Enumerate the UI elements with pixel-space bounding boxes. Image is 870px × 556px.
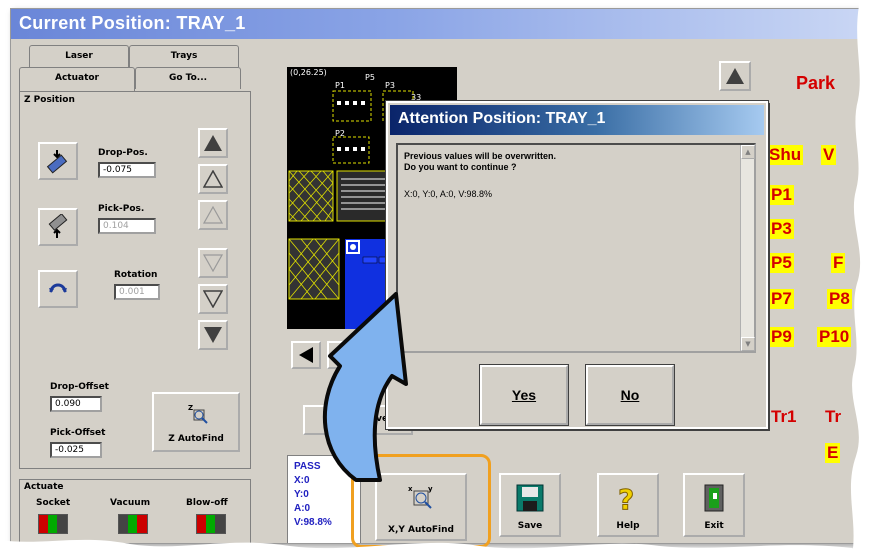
right-label-p9[interactable]: P9: [769, 327, 794, 347]
right-label-v[interactable]: V: [821, 145, 837, 165]
help-label: Help: [616, 521, 640, 531]
right-label-p8[interactable]: P8: [827, 289, 852, 309]
tab-laser[interactable]: Laser: [29, 45, 129, 67]
right-label-tr1[interactable]: Tr1: [769, 407, 799, 427]
status-v: V:98.8%: [294, 517, 332, 528]
triangle-up-icon: [726, 68, 744, 84]
no-button-label: No: [620, 387, 640, 403]
right-label-tr[interactable]: Tr: [823, 407, 843, 427]
scroll-down-arrow-icon[interactable]: ▼: [741, 337, 755, 351]
help-button[interactable]: ? Help: [597, 473, 659, 537]
z-position-heading: Z Position: [24, 95, 75, 105]
drop-offset-field[interactable]: 0.090: [50, 396, 102, 412]
attention-dialog: Attention Position: TRAY_1 Previous valu…: [385, 100, 769, 430]
status-y: Y:0: [294, 489, 309, 500]
svg-text:Z: Z: [188, 404, 193, 412]
no-button[interactable]: No: [585, 364, 675, 426]
tab-goto[interactable]: Go To...: [135, 67, 241, 89]
dialog-message-line3: X:0, Y:0, A:0, V:98.8%: [404, 189, 493, 199]
floppy-disk-icon: [516, 484, 544, 512]
tab-actuator[interactable]: Actuator: [19, 67, 135, 91]
triangle-up-icon: [203, 206, 223, 224]
triangle-down-icon: [204, 327, 222, 343]
exit-door-icon: [704, 484, 724, 512]
z-up-fast-button[interactable]: [198, 128, 228, 158]
set-pick-pos-button[interactable]: [38, 208, 78, 246]
scroll-up-button[interactable]: [719, 61, 751, 91]
z-down-slow-button[interactable]: [198, 248, 228, 278]
set-rotation-button[interactable]: [38, 270, 78, 308]
blowoff-label: Blow-off: [186, 498, 228, 508]
right-label-p1[interactable]: P1: [769, 185, 794, 205]
drop-pos-label: Drop-Pos.: [98, 148, 148, 158]
scroll-up-arrow-icon[interactable]: ▲: [741, 145, 755, 159]
rotation-field[interactable]: 0.001: [114, 284, 160, 300]
actuate-group: Actuate Socket Vacuum Blow-off: [19, 479, 251, 543]
park-label[interactable]: Park: [796, 73, 835, 94]
right-label-f[interactable]: F: [831, 253, 846, 273]
right-label-p5[interactable]: P5: [769, 253, 794, 273]
vacuum-toggle[interactable]: [118, 514, 148, 534]
pick-offset-field[interactable]: -0.025: [50, 442, 102, 458]
save-button[interactable]: Save: [499, 473, 561, 537]
window-title: Current Position: TRAY_1: [19, 13, 246, 33]
z-down-button[interactable]: [198, 284, 228, 314]
drop-pos-field[interactable]: -0.075: [98, 162, 156, 178]
triangle-down-icon: [203, 290, 223, 308]
pick-up-icon: [48, 214, 68, 238]
right-label-p3[interactable]: P3: [769, 219, 794, 239]
dialog-message-line2: Do you want to continue ?: [404, 162, 517, 172]
exit-label: Exit: [704, 521, 724, 531]
tab-strip: Laser Trays Actuator Go To...: [19, 45, 251, 91]
pick-pos-field[interactable]: 0.104: [98, 218, 156, 234]
pick-pos-label: Pick-Pos.: [98, 204, 145, 214]
dialog-title: Attention Position: TRAY_1: [398, 110, 606, 127]
exit-button[interactable]: Exit: [683, 473, 745, 537]
curved-arrow-icon: [322, 292, 408, 482]
yes-button[interactable]: Yes: [479, 364, 569, 426]
right-label-shu[interactable]: Shu: [767, 145, 804, 165]
triangle-up-icon: [203, 170, 223, 188]
rotation-label: Rotation: [114, 270, 158, 280]
right-label-p10[interactable]: P10: [817, 327, 852, 347]
tab-trays[interactable]: Trays: [129, 45, 239, 67]
actuator-panel: Z Position Drop-Pos. -0.075 Pick-Pos. 0.…: [19, 91, 251, 469]
dialog-message-box: Previous values will be overwritten. Do …: [396, 143, 756, 353]
right-label-p7[interactable]: P7: [769, 289, 794, 309]
socket-toggle[interactable]: [38, 514, 68, 534]
autofind-icon: Z: [188, 404, 208, 424]
yes-button-label: Yes: [511, 387, 537, 403]
right-label-e[interactable]: E: [825, 443, 841, 463]
actuate-heading: Actuate: [24, 482, 64, 492]
dialog-message-line1: Previous values will be overwritten.: [404, 151, 557, 161]
svg-text:?: ?: [618, 483, 634, 513]
drop-offset-label: Drop-Offset: [50, 382, 109, 392]
rotate-icon: [49, 283, 67, 293]
z-autofind-label: Z AutoFind: [168, 434, 224, 444]
blowoff-toggle[interactable]: [196, 514, 226, 534]
vacuum-label: Vacuum: [110, 498, 151, 508]
question-mark-icon: ?: [618, 483, 635, 513]
status-a: A:0: [294, 503, 311, 514]
triangle-up-icon: [204, 135, 222, 151]
save-label: Save: [517, 521, 543, 531]
triangle-down-icon: [203, 254, 223, 272]
set-drop-pos-button[interactable]: [38, 142, 78, 180]
dialog-titlebar: Attention Position: TRAY_1: [390, 105, 764, 135]
dialog-scrollbar[interactable]: ▲ ▼: [740, 145, 755, 351]
z-down-fast-button[interactable]: [198, 320, 228, 350]
window-titlebar: Current Position: TRAY_1: [11, 9, 861, 39]
z-up-slow-button[interactable]: [198, 200, 228, 230]
z-up-button[interactable]: [198, 164, 228, 194]
pick-offset-label: Pick-Offset: [50, 428, 106, 438]
socket-label: Socket: [36, 498, 71, 508]
screenshot-page: Current Position: TRAY_1 Laser Trays Act…: [0, 0, 870, 556]
drop-down-icon: [46, 150, 68, 174]
z-autofind-button[interactable]: Z Z AutoFind: [152, 392, 240, 452]
